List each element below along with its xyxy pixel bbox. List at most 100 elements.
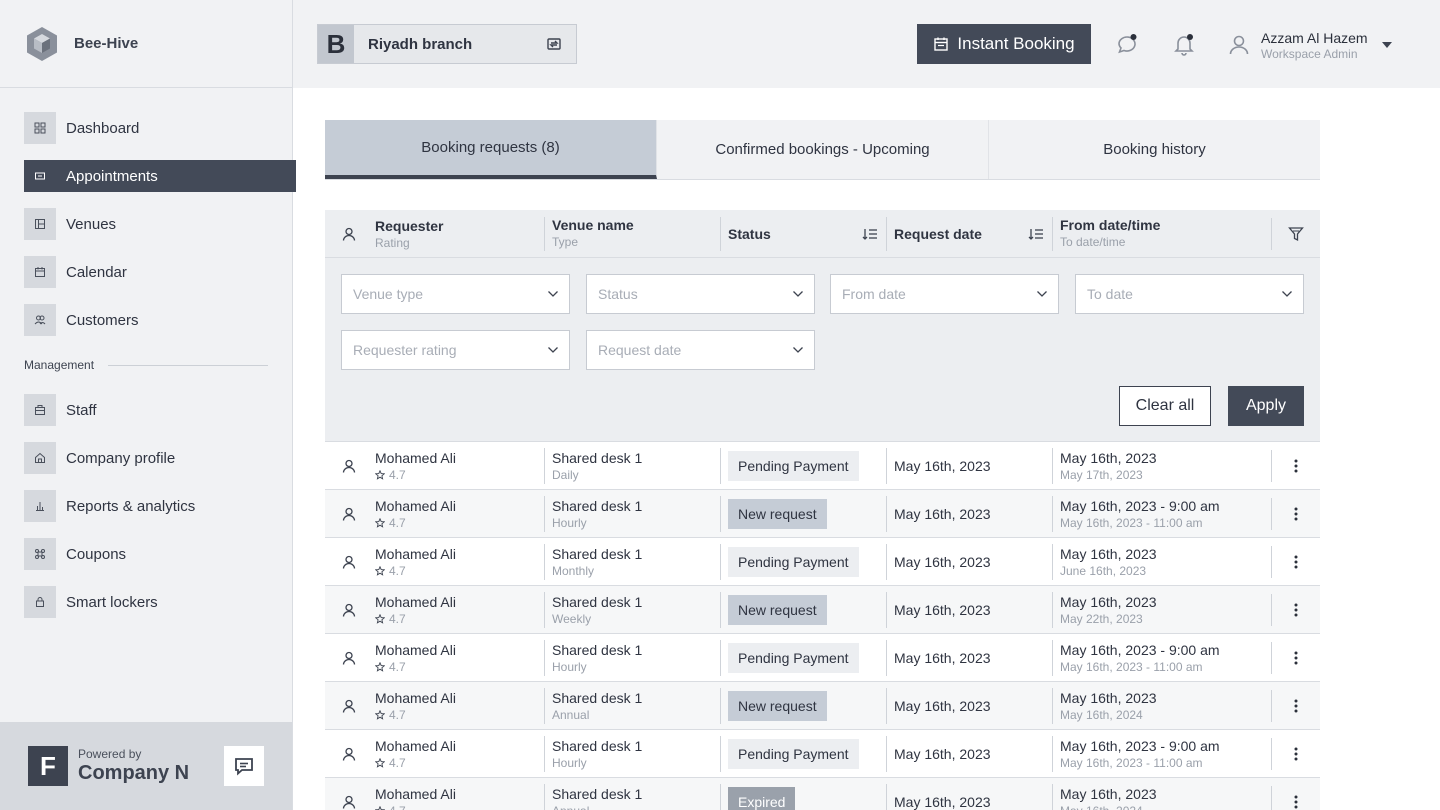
table-row[interactable]: Mohamed Ali 4.7 Shared desk 1 Hourly Pen… — [325, 634, 1320, 682]
request-date-select[interactable]: Request date — [586, 330, 815, 370]
requester-avatar — [325, 698, 373, 714]
request-date-cell: May 16th, 2023 — [886, 735, 1052, 772]
chevron-down-icon — [793, 347, 803, 353]
request-date-placeholder: Request date — [598, 342, 682, 358]
row-actions-button[interactable] — [1271, 785, 1320, 810]
tab-booking-requests[interactable]: Booking requests (8) — [325, 120, 657, 179]
powered-by-label: Powered by — [78, 747, 142, 761]
header-rating-label: Rating — [375, 235, 410, 250]
header-request-date[interactable]: Request date — [886, 216, 1052, 251]
row-actions-button[interactable] — [1271, 737, 1320, 770]
section-divider — [108, 364, 268, 366]
sidebar-item-coupons[interactable]: Coupons — [24, 538, 296, 570]
to-date-select[interactable]: To date — [1075, 274, 1304, 314]
main-nav: Dashboard Appointments Venues Calendar C… — [0, 88, 296, 618]
venue-type-select[interactable]: Venue type — [341, 274, 570, 314]
requester-rating-select[interactable]: Requester rating — [341, 330, 570, 370]
table-row[interactable]: Mohamed Ali 4.7 Shared desk 1 Monthly Pe… — [325, 538, 1320, 586]
status-select[interactable]: Status — [586, 274, 815, 314]
star-icon — [375, 565, 385, 576]
row-actions-button[interactable] — [1271, 641, 1320, 674]
header-status[interactable]: Status — [720, 216, 886, 251]
status-badge: Pending Payment — [728, 738, 859, 769]
table-row[interactable]: Mohamed Ali 4.7 Shared desk 1 Hourly Pen… — [325, 730, 1320, 778]
from-date-select[interactable]: From date — [830, 274, 1059, 314]
filter-toggle[interactable] — [1271, 217, 1320, 250]
calendar-icon — [24, 256, 56, 288]
user-menu[interactable]: Azzam Al Hazem Workspace Admin — [1227, 28, 1392, 62]
tab-confirmed-bookings[interactable]: Confirmed bookings - Upcoming — [657, 120, 989, 179]
row-actions-button[interactable] — [1271, 593, 1320, 626]
apply-button[interactable]: Apply — [1228, 386, 1304, 426]
sidebar-item-venues[interactable]: Venues — [24, 208, 296, 240]
booking-requests-table: Requester Rating Venue name Type Status … — [325, 210, 1320, 810]
requester-rating: 4.7 — [375, 468, 544, 482]
table-row[interactable]: Mohamed Ali 4.7 Shared desk 1 Weekly New… — [325, 586, 1320, 634]
row-actions-button[interactable] — [1271, 689, 1320, 722]
sidebar-item-appointments[interactable]: Appointments — [24, 160, 296, 192]
from-to-cell: May 16th, 2023 - 9:00 am May 16th, 2023 … — [1052, 639, 1271, 676]
rating-value: 4.7 — [389, 755, 406, 770]
sidebar-item-reports[interactable]: Reports & analytics — [24, 490, 296, 522]
requester-cell: Mohamed Ali 4.7 — [373, 690, 544, 722]
request-date: May 16th, 2023 — [894, 745, 991, 762]
row-actions-button[interactable] — [1271, 497, 1320, 530]
top-header: B Riyadh branch Instant Booking Azzam Al… — [293, 0, 1440, 88]
sidebar-item-dashboard[interactable]: Dashboard — [24, 112, 296, 144]
request-date-cell: May 16th, 2023 — [886, 783, 1052, 810]
sidebar: Bee-Hive Dashboard Appointments Venues C… — [0, 0, 296, 810]
status-cell: Pending Payment — [720, 543, 886, 580]
status-cell: New request — [720, 591, 886, 628]
sidebar-item-staff[interactable]: Staff — [24, 394, 296, 426]
sort-icon[interactable] — [1028, 227, 1044, 241]
row-actions-button[interactable] — [1271, 449, 1320, 482]
table-row[interactable]: Mohamed Ali 4.7 Shared desk 1 Hourly New… — [325, 490, 1320, 538]
requester-cell: Mohamed Ali 4.7 — [373, 642, 544, 674]
booking-tabs: Booking requests (8) Confirmed bookings … — [325, 120, 1320, 180]
to-date: May 22th, 2023 — [1060, 611, 1143, 626]
user-icon — [342, 555, 356, 569]
table-row[interactable]: Mohamed Ali 4.7 Shared desk 1 Daily Pend… — [325, 442, 1320, 490]
to-date: May 16th, 2024 — [1060, 804, 1271, 810]
instant-booking-button[interactable]: Instant Booking — [917, 24, 1091, 64]
venue-cell: Shared desk 1 Hourly — [544, 639, 720, 676]
status-cell: Pending Payment — [720, 447, 886, 484]
header-venue-label: Venue name — [552, 216, 634, 233]
row-actions-button[interactable] — [1271, 545, 1320, 578]
notifications-button[interactable] — [1170, 30, 1198, 58]
chat-button[interactable] — [224, 746, 264, 786]
table-row[interactable]: Mohamed Ali 4.7 Shared desk 1 Annual Exp… — [325, 778, 1320, 810]
request-date-cell: May 16th, 2023 — [886, 639, 1052, 676]
sidebar-item-company-profile[interactable]: Company profile — [24, 442, 296, 474]
requester-cell: Mohamed Ali 4.7 — [373, 546, 544, 578]
branch-switcher[interactable]: B Riyadh branch — [317, 24, 577, 64]
request-date-cell: May 16th, 2023 — [886, 591, 1052, 628]
sidebar-item-calendar[interactable]: Calendar — [24, 256, 296, 288]
calendar-icon — [934, 37, 949, 51]
more-vertical-icon — [1294, 555, 1298, 568]
messages-button[interactable] — [1113, 30, 1141, 58]
sidebar-item-smart-lockers[interactable]: Smart lockers — [24, 586, 296, 618]
user-icon — [342, 459, 356, 473]
tab-booking-history[interactable]: Booking history — [989, 120, 1320, 179]
venue-cell: Shared desk 1 Monthly — [544, 543, 720, 580]
venue-type: Hourly — [552, 755, 587, 770]
venue-type: Monthly — [552, 563, 595, 578]
header-status-label: Status — [728, 225, 771, 242]
table-row[interactable]: Mohamed Ali 4.7 Shared desk 1 Annual New… — [325, 682, 1320, 730]
venue-type-placeholder: Venue type — [353, 286, 424, 302]
clear-all-button[interactable]: Clear all — [1119, 386, 1211, 426]
appointments-icon — [24, 160, 56, 192]
sidebar-item-customers[interactable]: Customers — [24, 304, 296, 336]
sort-icon[interactable] — [862, 227, 878, 241]
switch-icon — [547, 38, 561, 50]
star-icon — [375, 709, 385, 720]
header-requester: Requester Rating — [373, 218, 544, 250]
to-date: May 16th, 2024 — [1060, 707, 1143, 722]
venue-cell: Shared desk 1 Weekly — [544, 591, 720, 628]
brand[interactable]: Bee-Hive — [0, 0, 292, 88]
requester-rating: 4.7 — [375, 660, 544, 674]
venue-cell: Shared desk 1 Annual — [544, 783, 720, 810]
requester-avatar — [325, 746, 373, 762]
requester-rating: 4.7 — [375, 612, 544, 626]
